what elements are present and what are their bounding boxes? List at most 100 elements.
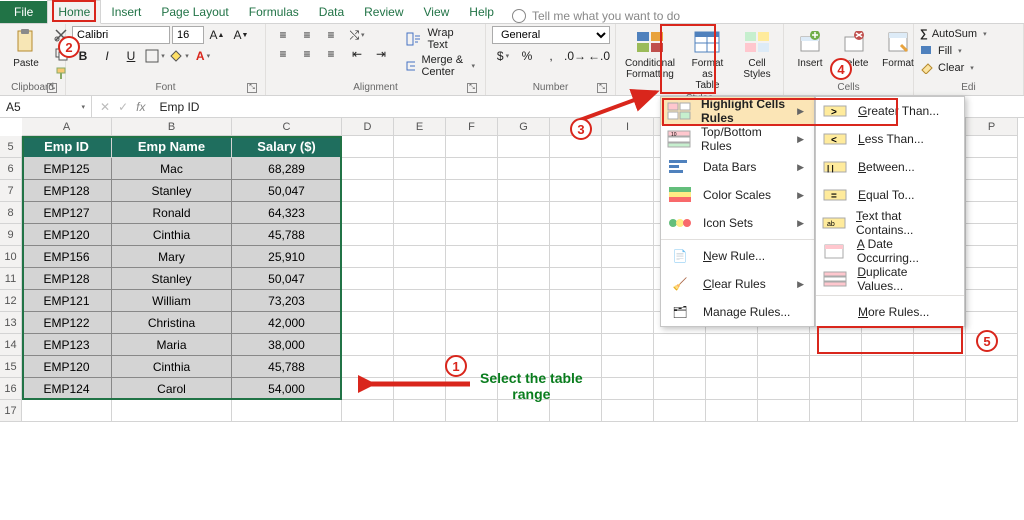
cell-B9[interactable]: Cinthia (112, 224, 232, 246)
menu-equal-to[interactable]: =Equal To... (816, 181, 964, 209)
cell-H10[interactable] (550, 246, 602, 268)
cell-F7[interactable] (446, 180, 498, 202)
cell-N17[interactable] (862, 400, 914, 422)
align-middle-button[interactable]: ≡ (296, 26, 318, 44)
cell-F6[interactable] (446, 158, 498, 180)
cell-I12[interactable] (602, 290, 654, 312)
borders-button[interactable]: ▾ (144, 47, 166, 65)
cell-E5[interactable] (394, 136, 446, 158)
fill-button[interactable]: Fill▾ (920, 43, 987, 59)
col-header-B[interactable]: B (112, 118, 232, 136)
align-center-button[interactable]: ≡ (296, 45, 318, 63)
cell-B8[interactable]: Ronald (112, 202, 232, 224)
tab-help[interactable]: Help (459, 1, 504, 23)
cell-B11[interactable]: Stanley (112, 268, 232, 290)
cell-I17[interactable] (602, 400, 654, 422)
font-size-input[interactable] (172, 26, 204, 44)
cell-D11[interactable] (342, 268, 394, 290)
cell-F11[interactable] (446, 268, 498, 290)
cell-C10[interactable]: 25,910 (232, 246, 342, 268)
tell-me[interactable]: Tell me what you want to do (512, 9, 680, 23)
cell-F13[interactable] (446, 312, 498, 334)
cell-B14[interactable]: Maria (112, 334, 232, 356)
cell-D8[interactable] (342, 202, 394, 224)
row-header-7[interactable]: 7 (0, 180, 22, 202)
cell-H14[interactable] (550, 334, 602, 356)
cell-P17[interactable] (966, 400, 1018, 422)
menu-text-contains[interactable]: abText that Contains... (816, 209, 964, 237)
row-header-13[interactable]: 13 (0, 312, 22, 334)
cell-O15[interactable] (914, 356, 966, 378)
format-as-table-button[interactable]: Format as Table (682, 26, 733, 93)
cell-A12[interactable]: EMP121 (22, 290, 112, 312)
underline-button[interactable]: U (120, 47, 142, 65)
cell-B12[interactable]: William (112, 290, 232, 312)
menu-more-rules[interactable]: More Rules... (816, 298, 964, 326)
cell-A17[interactable] (22, 400, 112, 422)
cell-F5[interactable] (446, 136, 498, 158)
cell-B7[interactable]: Stanley (112, 180, 232, 202)
row-header-10[interactable]: 10 (0, 246, 22, 268)
menu-date-occurring[interactable]: A Date Occurring... (816, 237, 964, 265)
cell-G8[interactable] (498, 202, 550, 224)
cell-A13[interactable]: EMP122 (22, 312, 112, 334)
decrease-indent-button[interactable]: ⇤ (346, 45, 368, 63)
cell-C14[interactable]: 38,000 (232, 334, 342, 356)
cell-D6[interactable] (342, 158, 394, 180)
align-top-button[interactable]: ≡ (272, 26, 294, 44)
cell-D5[interactable] (342, 136, 394, 158)
cell-P12[interactable] (966, 290, 1018, 312)
menu-top-bottom-rules[interactable]: 10Top/Bottom Rules▶ (661, 125, 814, 153)
cancel-formula-icon[interactable]: ✕ (100, 100, 110, 114)
cell-C12[interactable]: 73,203 (232, 290, 342, 312)
cell-C13[interactable]: 42,000 (232, 312, 342, 334)
menu-data-bars[interactable]: Data Bars▶ (661, 153, 814, 181)
row-header-14[interactable]: 14 (0, 334, 22, 356)
cell-M15[interactable] (810, 356, 862, 378)
menu-highlight-cells-rules[interactable]: Highlight Cells Rules▶ (661, 97, 814, 125)
tab-home[interactable]: Home (47, 0, 101, 24)
cell-K14[interactable] (706, 334, 758, 356)
cell-G14[interactable] (498, 334, 550, 356)
cell-L17[interactable] (758, 400, 810, 422)
alignment-launcher[interactable]: ⤡ (467, 83, 477, 93)
cell-J15[interactable] (654, 356, 706, 378)
row-header-9[interactable]: 9 (0, 224, 22, 246)
cell-H9[interactable] (550, 224, 602, 246)
increase-indent-button[interactable]: ⇥ (370, 45, 392, 63)
cell-P15[interactable] (966, 356, 1018, 378)
cell-G13[interactable] (498, 312, 550, 334)
cell-N14[interactable] (862, 334, 914, 356)
col-header-C[interactable]: C (232, 118, 342, 136)
clear-button[interactable]: Clear▾ (920, 60, 987, 76)
cell-L14[interactable] (758, 334, 810, 356)
tab-data[interactable]: Data (309, 1, 354, 23)
row-header-5[interactable]: 5 (0, 136, 22, 158)
cell-F10[interactable] (446, 246, 498, 268)
col-header-D[interactable]: D (342, 118, 394, 136)
cell-J17[interactable] (654, 400, 706, 422)
format-cells-button[interactable]: Format (878, 26, 918, 71)
cell-A8[interactable]: EMP127 (22, 202, 112, 224)
cell-I10[interactable] (602, 246, 654, 268)
cell-A9[interactable]: EMP120 (22, 224, 112, 246)
cell-F12[interactable] (446, 290, 498, 312)
cell-E10[interactable] (394, 246, 446, 268)
enter-formula-icon[interactable]: ✓ (118, 100, 128, 114)
cell-B6[interactable]: Mac (112, 158, 232, 180)
cell-H12[interactable] (550, 290, 602, 312)
cell-B10[interactable]: Mary (112, 246, 232, 268)
conditional-formatting-button[interactable]: Conditional Formatting (622, 26, 678, 82)
cell-I14[interactable] (602, 334, 654, 356)
col-header-F[interactable]: F (446, 118, 498, 136)
cell-P8[interactable] (966, 202, 1018, 224)
cell-H11[interactable] (550, 268, 602, 290)
tab-file[interactable]: File (0, 1, 47, 23)
cell-P10[interactable] (966, 246, 1018, 268)
row-header-6[interactable]: 6 (0, 158, 22, 180)
cell-C11[interactable]: 50,047 (232, 268, 342, 290)
cell-B13[interactable]: Christina (112, 312, 232, 334)
cell-F17[interactable] (446, 400, 498, 422)
shrink-font-button[interactable]: A▼ (230, 26, 252, 44)
cell-F9[interactable] (446, 224, 498, 246)
